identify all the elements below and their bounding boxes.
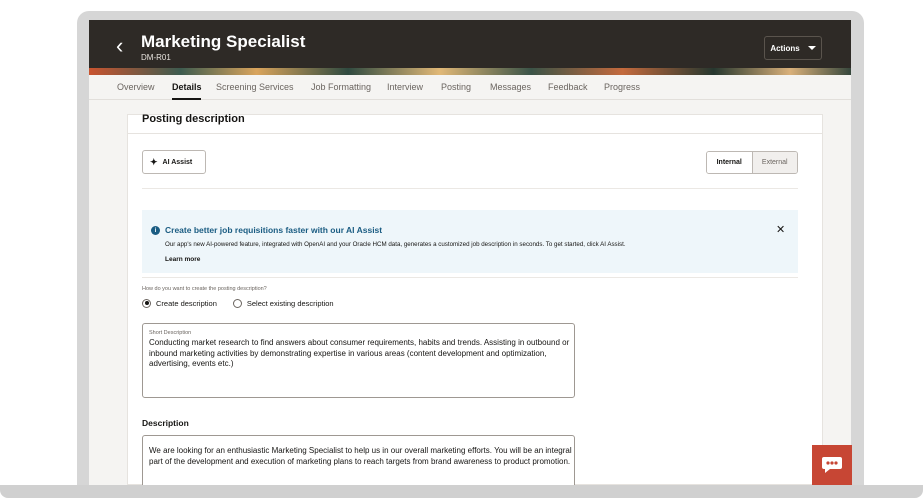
tab-job-formatting[interactable]: Job Formatting — [311, 82, 371, 92]
header-banner-image — [89, 68, 851, 75]
laptop-base — [0, 485, 923, 498]
active-tab-indicator — [172, 98, 201, 100]
ai-assist-label: AI Assist — [162, 158, 193, 166]
page-title: Marketing Specialist — [141, 32, 306, 51]
description-label: Description — [142, 418, 189, 428]
close-icon[interactable]: ✕ — [776, 223, 785, 236]
short-description-value[interactable]: Conducting market research to find answe… — [149, 338, 574, 370]
tab-bar: Overview Details Screening Services Job … — [89, 75, 851, 100]
actions-button[interactable]: Actions — [764, 36, 822, 60]
internal-option[interactable]: Internal — [707, 152, 753, 173]
description-value[interactable]: We are looking for an enthusiastic Marke… — [149, 446, 574, 467]
info-icon: i — [151, 226, 160, 235]
sparkle-icon: ✦ — [150, 156, 158, 167]
tab-posting[interactable]: Posting — [441, 82, 471, 92]
tab-details[interactable]: Details — [172, 82, 202, 92]
section-title: Posting description — [142, 113, 245, 125]
tab-progress[interactable]: Progress — [604, 82, 640, 92]
notice-title: Create better job requisitions faster wi… — [165, 225, 383, 235]
select-existing-radio[interactable] — [232, 298, 242, 308]
short-description-field[interactable]: Short Description Conducting market rese… — [142, 323, 575, 398]
creation-method-label: How do you want to create the posting de… — [142, 286, 267, 292]
external-option[interactable]: External — [752, 152, 797, 173]
creation-method-radio-group: Create description Select existing descr… — [142, 297, 334, 309]
requisition-id: DM-R01 — [141, 53, 171, 62]
create-description-radio[interactable] — [142, 298, 151, 308]
chat-button[interactable] — [812, 445, 852, 485]
stage: ‹ Marketing Specialist DM-R01 Actions Ov… — [0, 0, 923, 498]
tab-overview[interactable]: Overview — [117, 82, 155, 92]
notice-text: Our app's new AI-powered feature, integr… — [165, 241, 626, 248]
divider — [142, 188, 798, 189]
tab-interview[interactable]: Interview — [387, 82, 423, 92]
learn-more-link[interactable]: Learn more — [165, 256, 200, 263]
caret-down-icon — [807, 46, 816, 50]
select-existing-label[interactable]: Select existing description — [247, 299, 334, 308]
short-description-label: Short Description — [149, 330, 192, 336]
tab-feedback[interactable]: Feedback — [548, 82, 588, 92]
page-header: ‹ Marketing Specialist DM-R01 Actions — [89, 20, 851, 75]
tab-screening-services[interactable]: Screening Services — [216, 82, 294, 92]
ai-assist-notice: i Create better job requisitions faster … — [142, 210, 798, 273]
create-description-label[interactable]: Create description — [156, 299, 217, 308]
actions-label: Actions — [770, 43, 800, 53]
back-chevron-icon[interactable]: ‹ — [116, 33, 132, 59]
divider — [142, 277, 798, 278]
internal-external-toggle: Internal External — [706, 151, 798, 174]
tab-messages[interactable]: Messages — [490, 82, 531, 92]
divider — [127, 133, 823, 134]
ai-assist-button[interactable]: ✦ AI Assist — [142, 150, 206, 174]
description-field[interactable]: We are looking for an enthusiastic Marke… — [142, 435, 575, 485]
chat-icon — [822, 457, 842, 473]
app-screen: ‹ Marketing Specialist DM-R01 Actions Ov… — [89, 20, 851, 485]
